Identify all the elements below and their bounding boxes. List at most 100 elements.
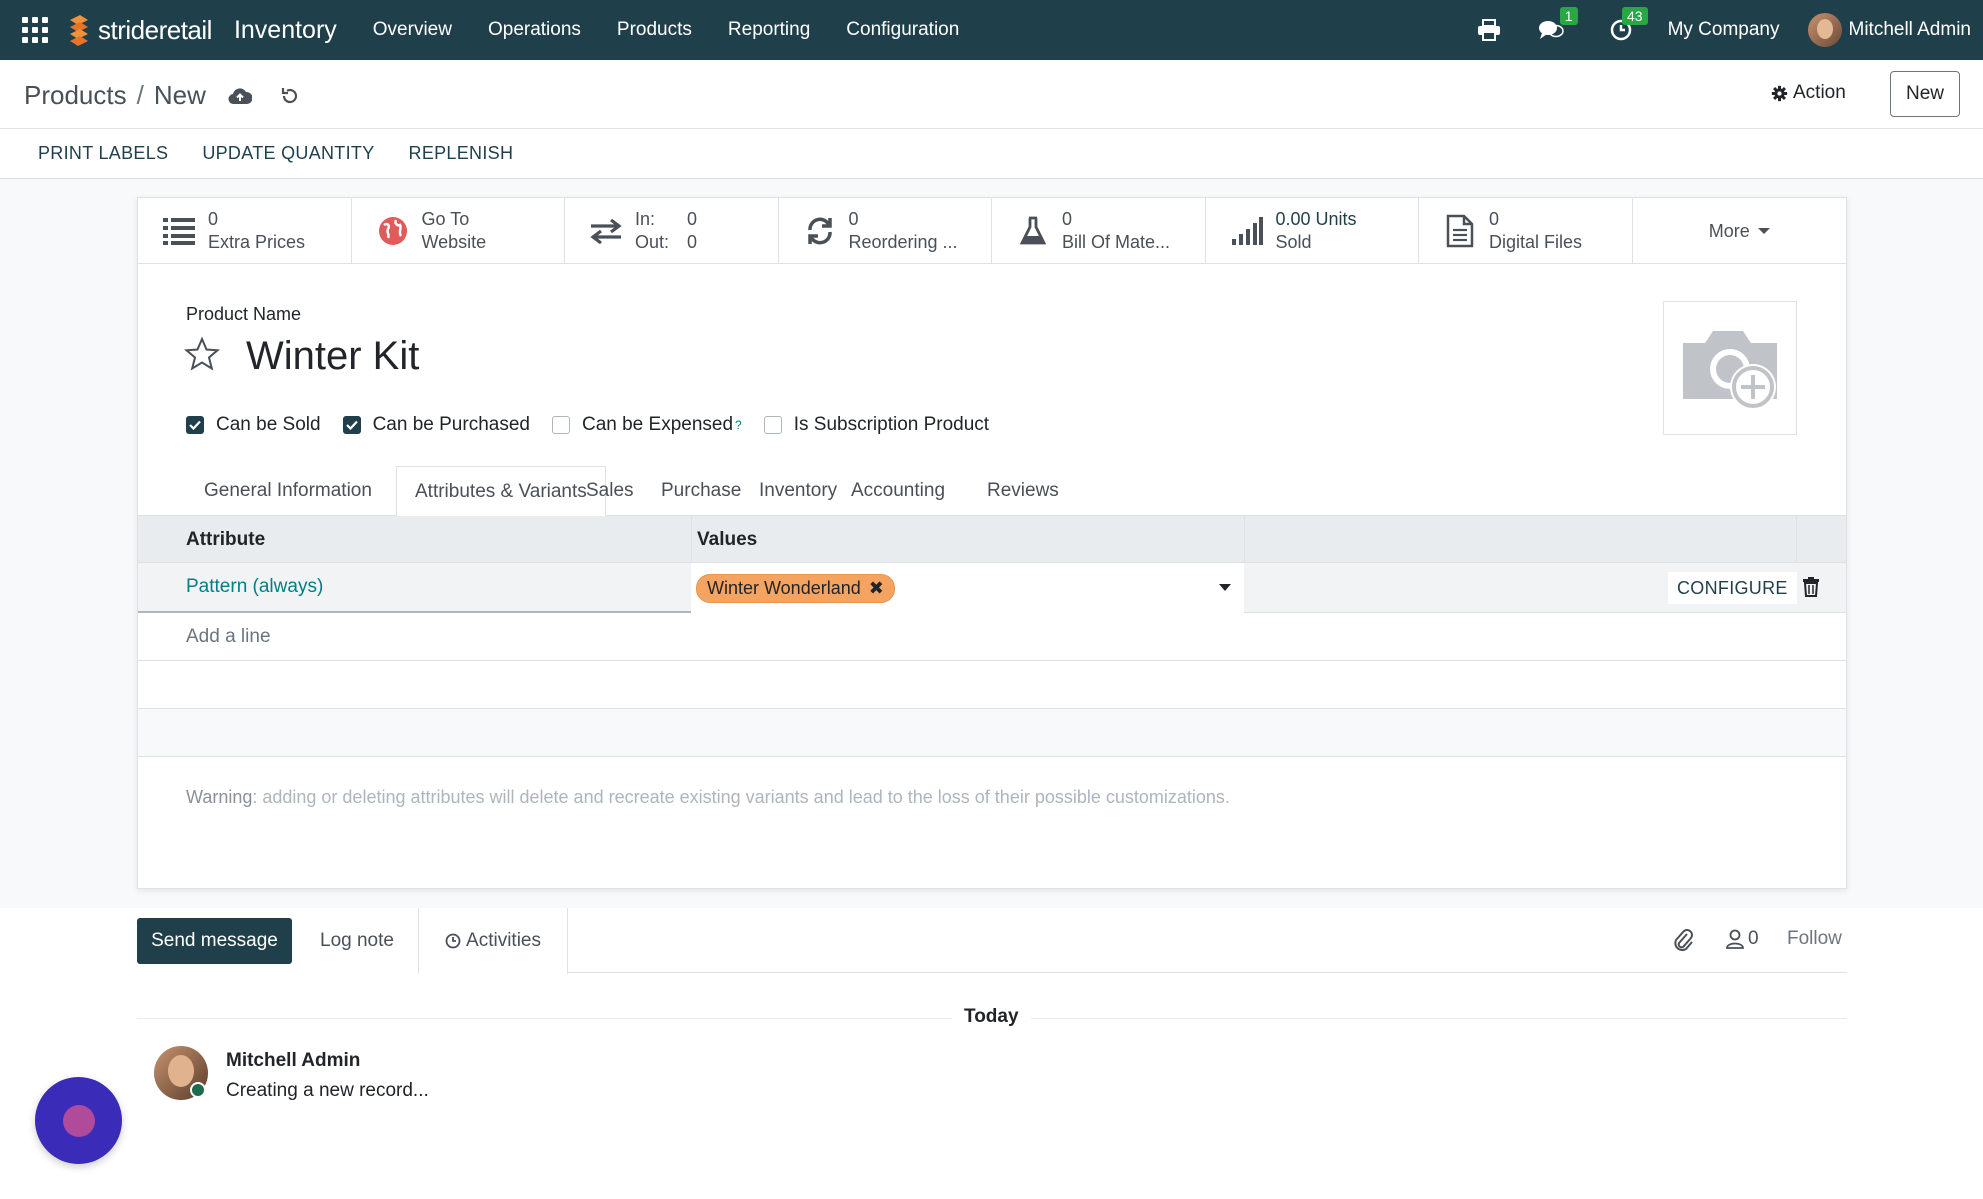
print-labels-button[interactable]: PRINT LABELS xyxy=(38,143,168,164)
column-divider xyxy=(1244,516,1245,563)
activities-button[interactable]: Activities xyxy=(418,908,568,974)
dropdown-caret-icon[interactable] xyxy=(1219,584,1231,591)
clock-icon xyxy=(445,933,461,949)
trash-icon[interactable] xyxy=(1802,577,1820,597)
chatter-topbar: Send message Log note Activities 0 Follo… xyxy=(0,908,1983,974)
empty-row xyxy=(138,661,1846,709)
can-be-expensed-checkbox[interactable]: Can be Expensed? xyxy=(551,414,742,436)
can-be-purchased-checkbox[interactable]: Can be Purchased xyxy=(342,414,530,436)
user-menu[interactable]: Mitchell Admin xyxy=(1807,13,1971,47)
go-to-website-button[interactable]: Go To Website xyxy=(352,198,565,264)
globe-icon xyxy=(376,214,410,248)
values-many2many-field[interactable]: Winter Wonderland ✖ xyxy=(691,563,1244,613)
out-value: 0 xyxy=(687,232,698,252)
column-attribute[interactable]: Attribute xyxy=(186,516,265,563)
activities-clock-icon[interactable]: 43 xyxy=(1608,7,1648,43)
product-image-upload[interactable] xyxy=(1663,301,1797,435)
column-divider xyxy=(1796,516,1797,563)
activities-label: Activities xyxy=(466,930,541,951)
update-quantity-button[interactable]: UPDATE QUANTITY xyxy=(202,143,374,164)
table-row[interactable]: Pattern (always) Winter Wonderland ✖ CON… xyxy=(138,563,1846,613)
user-avatar xyxy=(1807,13,1842,47)
menu-overview[interactable]: Overview xyxy=(373,19,452,41)
message-author[interactable]: Mitchell Admin xyxy=(226,1050,360,1072)
can-be-sold-checkbox[interactable]: Can be Sold xyxy=(186,414,321,436)
gear-icon xyxy=(1771,85,1788,101)
company-switcher[interactable]: My Company xyxy=(1668,19,1780,41)
attributes-table-header: Attribute Values xyxy=(138,516,1846,563)
brand-name: strideretail xyxy=(98,14,212,45)
column-values[interactable]: Values xyxy=(697,516,757,563)
new-button[interactable]: New xyxy=(1890,71,1960,117)
follow-button[interactable]: Follow xyxy=(1787,928,1842,950)
menu-configuration[interactable]: Configuration xyxy=(846,19,959,41)
breadcrumb-separator: / xyxy=(136,80,144,110)
document-icon xyxy=(1443,214,1477,248)
user-icon xyxy=(1726,929,1744,949)
extra-prices-button[interactable]: 0 Extra Prices xyxy=(138,198,352,264)
action-button[interactable]: Action xyxy=(1771,82,1846,104)
tab-reviews[interactable]: Reviews xyxy=(969,466,1077,516)
send-message-button[interactable]: Send message xyxy=(137,918,292,964)
menu-products[interactable]: Products xyxy=(617,19,692,41)
refresh-icon xyxy=(803,214,837,248)
bill-of-materials-button[interactable]: 0 Bill Of Mate... xyxy=(992,198,1206,264)
reordering-rules-button[interactable]: 0 Reordering ... xyxy=(779,198,992,264)
bom-label: Bill Of Mate... xyxy=(1062,232,1171,252)
checkbox-unchecked-icon xyxy=(551,416,570,434)
menu-operations[interactable]: Operations xyxy=(488,19,581,41)
remove-tag-icon[interactable]: ✖ xyxy=(869,578,884,599)
tab-accounting[interactable]: Accounting xyxy=(833,466,963,516)
brand-logo[interactable]: strideretail xyxy=(66,14,212,46)
top-navbar: strideretail Inventory Overview Operatio… xyxy=(0,0,1983,60)
add-a-line-link[interactable]: Add a line xyxy=(138,613,1846,661)
messages-badge: 1 xyxy=(1559,7,1578,25)
replenish-button[interactable]: REPLENISH xyxy=(409,143,514,164)
save-cloud-icon[interactable] xyxy=(228,84,252,108)
camera-add-icon xyxy=(1683,331,1777,410)
exchange-arrows-icon xyxy=(589,214,623,248)
checkbox-checked-icon xyxy=(186,416,204,434)
discard-undo-icon[interactable] xyxy=(278,84,302,108)
help-tooltip-icon[interactable]: ? xyxy=(735,418,742,432)
more-label: More xyxy=(1708,220,1750,241)
bom-value: 0 xyxy=(1062,209,1073,229)
flask-icon xyxy=(1016,214,1050,248)
reordering-value: 0 xyxy=(848,209,859,229)
app-name[interactable]: Inventory xyxy=(234,16,337,45)
assistant-bubble-button[interactable] xyxy=(35,1077,122,1164)
smart-button-box: 0 Extra Prices Go To Website In: 0 Out: 0 … xyxy=(138,198,1846,264)
is-subscription-checkbox[interactable]: Is Subscription Product xyxy=(763,414,990,436)
breadcrumb-products[interactable]: Products xyxy=(24,80,127,111)
list-icon xyxy=(162,214,196,248)
in-out-button[interactable]: In: 0 Out: 0 xyxy=(565,198,779,264)
message-author-avatar[interactable] xyxy=(154,1046,208,1100)
can-be-expensed-label: Can be Expensed xyxy=(581,414,734,435)
log-note-button[interactable]: Log note xyxy=(297,918,417,964)
digital-files-button[interactable]: 0 Digital Files xyxy=(1419,198,1633,264)
digital-files-label: Digital Files xyxy=(1489,232,1583,252)
digital-files-value: 0 xyxy=(1489,209,1500,229)
tab-general-information[interactable]: General Information xyxy=(186,466,390,516)
tab-sales[interactable]: Sales xyxy=(568,466,652,516)
favorite-star-icon[interactable] xyxy=(184,336,220,372)
paperclip-icon[interactable] xyxy=(1672,928,1694,952)
more-dropdown[interactable]: More xyxy=(1633,198,1847,264)
control-panel: Products / New Action New xyxy=(0,60,1983,129)
attribute-cell[interactable]: Pattern (always) xyxy=(138,563,691,613)
product-name-input[interactable]: Winter Kit xyxy=(246,334,419,379)
print-icon[interactable] xyxy=(1476,17,1502,43)
signal-bars-icon xyxy=(1230,214,1264,248)
breadcrumb: Products / New xyxy=(24,80,302,111)
is-subscription-label: Is Subscription Product xyxy=(793,414,990,435)
sold-value: 0.00 Units xyxy=(1275,209,1357,229)
apps-menu-icon[interactable] xyxy=(22,17,48,43)
units-sold-button[interactable]: 0.00 Units Sold xyxy=(1206,198,1419,264)
followers-button[interactable]: 0 xyxy=(1726,928,1759,950)
can-be-purchased-label: Can be Purchased xyxy=(372,414,530,435)
messages-icon[interactable]: 1 xyxy=(1538,7,1578,43)
notebook-tabs: General Information Attributes & Variant… xyxy=(138,466,1846,517)
sold-label: Sold xyxy=(1275,232,1312,252)
configure-button[interactable]: CONFIGURE xyxy=(1668,572,1797,604)
menu-reporting[interactable]: Reporting xyxy=(728,19,810,41)
